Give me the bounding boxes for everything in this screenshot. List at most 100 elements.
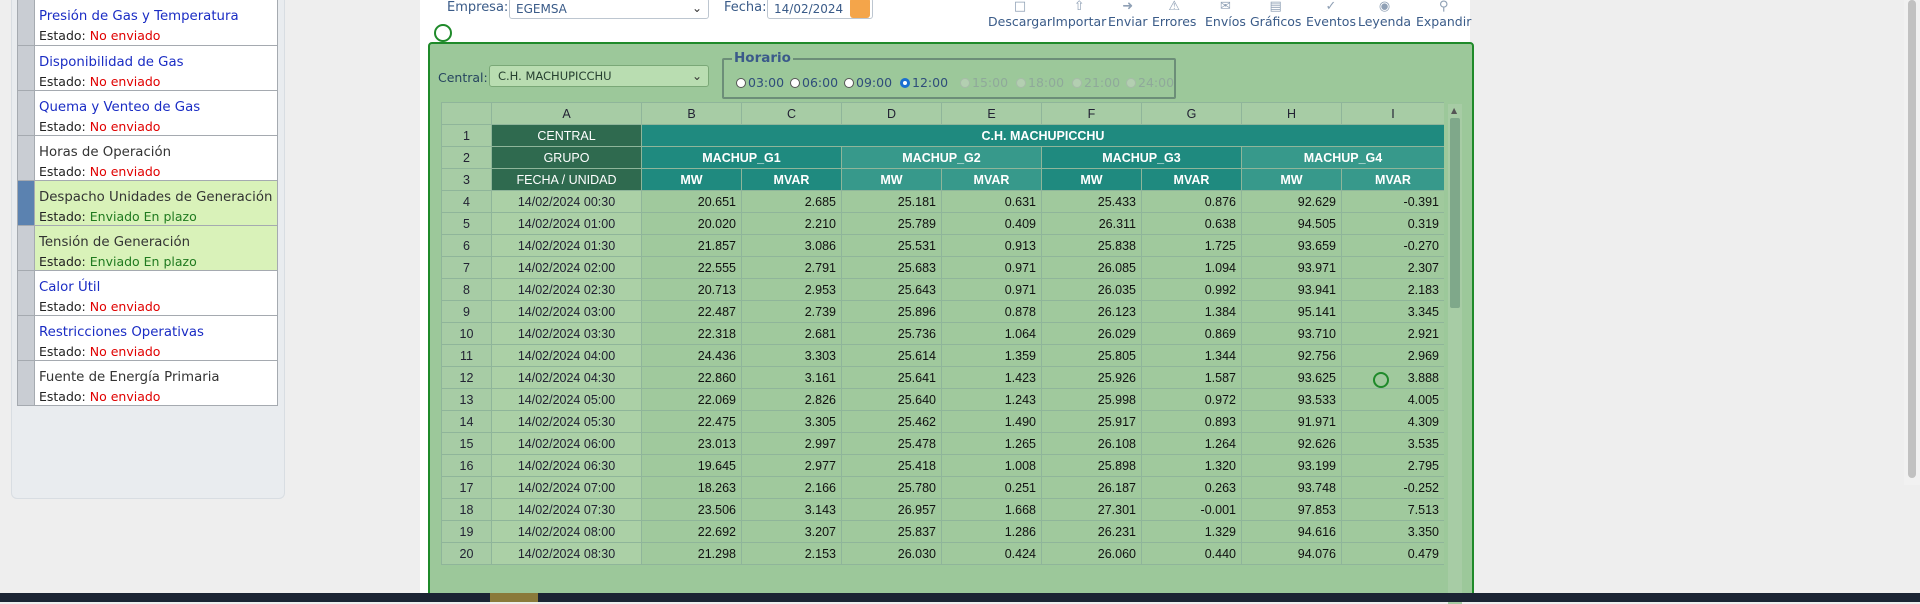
value-cell[interactable]: 25.917 — [1041, 410, 1142, 433]
value-cell[interactable]: 0.319 — [1341, 212, 1444, 235]
value-cell[interactable]: 19.645 — [641, 454, 742, 477]
value-cell[interactable]: 2.210 — [741, 212, 842, 235]
tool-import-button[interactable]: ⇧ Importar — [1052, 0, 1106, 29]
value-cell[interactable]: 3.350 — [1341, 520, 1444, 543]
taskbar-active-item[interactable] — [490, 593, 538, 602]
value-cell[interactable]: 95.141 — [1241, 300, 1342, 323]
calendar-icon[interactable] — [850, 0, 870, 18]
value-cell[interactable]: 25.837 — [841, 520, 942, 543]
row-header[interactable]: 9 — [441, 300, 492, 323]
value-cell[interactable]: 1.243 — [941, 388, 1042, 411]
value-cell[interactable]: 25.641 — [841, 366, 942, 389]
value-cell[interactable]: -0.252 — [1341, 476, 1444, 499]
date-cell[interactable]: 14/02/2024 06:00 — [491, 432, 642, 455]
row-header[interactable]: 20 — [441, 542, 492, 565]
value-cell[interactable]: 7.513 — [1341, 498, 1444, 521]
row-header[interactable]: 7 — [441, 256, 492, 279]
value-cell[interactable]: 0.440 — [1141, 542, 1242, 565]
horario-option[interactable]: 06:00 — [790, 75, 838, 90]
value-cell[interactable]: 22.318 — [641, 322, 742, 345]
value-cell[interactable]: 0.992 — [1141, 278, 1242, 301]
sidebar-item[interactable]: Presión de Gas y Temperatura Estado: No e… — [17, 0, 278, 46]
date-cell[interactable]: 14/02/2024 07:30 — [491, 498, 642, 521]
value-cell[interactable]: 0.878 — [941, 300, 1042, 323]
value-cell[interactable]: 27.301 — [1041, 498, 1142, 521]
value-cell[interactable]: 1.008 — [941, 454, 1042, 477]
row-header[interactable]: 16 — [441, 454, 492, 477]
column-header[interactable]: F — [1041, 102, 1142, 125]
value-cell[interactable]: 92.756 — [1241, 344, 1342, 367]
value-cell[interactable]: 92.626 — [1241, 432, 1342, 455]
value-cell[interactable]: 0.971 — [941, 256, 1042, 279]
sidebar-item[interactable]: Quema y Venteo de Gas Estado: No enviado — [17, 91, 278, 136]
sidebar-item-title[interactable]: Disponibilidad de Gas — [39, 55, 184, 70]
value-cell[interactable]: 1.359 — [941, 344, 1042, 367]
value-cell[interactable]: 93.533 — [1241, 388, 1342, 411]
row-header[interactable]: 13 — [441, 388, 492, 411]
value-cell[interactable]: 0.913 — [941, 234, 1042, 257]
value-cell[interactable]: 2.153 — [741, 542, 842, 565]
value-cell[interactable]: 3.161 — [741, 366, 842, 389]
sidebar-item-title[interactable]: Restricciones Operativas — [39, 325, 204, 340]
sidebar-item-title[interactable]: Horas de Operación — [39, 145, 171, 160]
value-cell[interactable]: 23.013 — [641, 432, 742, 455]
value-cell[interactable]: 3.143 — [741, 498, 842, 521]
value-cell[interactable]: 0.876 — [1141, 190, 1242, 213]
row-header[interactable]: 18 — [441, 498, 492, 521]
value-cell[interactable]: 0.893 — [1141, 410, 1242, 433]
value-cell[interactable]: 26.957 — [841, 498, 942, 521]
value-cell[interactable]: 1.668 — [941, 498, 1042, 521]
value-cell[interactable]: 93.971 — [1241, 256, 1342, 279]
tool-legend-button[interactable]: ◉ Leyenda — [1358, 0, 1411, 29]
date-cell[interactable]: 14/02/2024 05:30 — [491, 410, 642, 433]
column-header[interactable]: A — [491, 102, 642, 125]
value-cell[interactable]: 1.344 — [1141, 344, 1242, 367]
value-cell[interactable]: 1.490 — [941, 410, 1042, 433]
value-cell[interactable]: 1.264 — [1141, 432, 1242, 455]
row-header[interactable]: 2 — [441, 146, 492, 169]
value-cell[interactable]: 1.064 — [941, 322, 1042, 345]
horario-option[interactable]: 03:00 — [736, 75, 784, 90]
value-cell[interactable]: 22.069 — [641, 388, 742, 411]
value-cell[interactable]: 25.805 — [1041, 344, 1142, 367]
value-cell[interactable]: 1.423 — [941, 366, 1042, 389]
value-cell[interactable]: 0.424 — [941, 542, 1042, 565]
sidebar-item-title[interactable]: Despacho Unidades de Generación — [39, 190, 272, 205]
row-header[interactable]: 8 — [441, 278, 492, 301]
value-cell[interactable]: 26.035 — [1041, 278, 1142, 301]
date-cell[interactable]: 14/02/2024 03:00 — [491, 300, 642, 323]
horario-option[interactable]: 12:00 — [900, 75, 948, 90]
sidebar-item-title[interactable]: Fuente de Energía Primaria — [39, 370, 220, 385]
value-cell[interactable]: 20.020 — [641, 212, 742, 235]
value-cell[interactable]: 26.311 — [1041, 212, 1142, 235]
column-header[interactable]: C — [741, 102, 842, 125]
value-cell[interactable]: 3.305 — [741, 410, 842, 433]
value-cell[interactable]: 25.640 — [841, 388, 942, 411]
row-header[interactable]: 11 — [441, 344, 492, 367]
value-cell[interactable]: 2.826 — [741, 388, 842, 411]
value-cell[interactable]: 26.231 — [1041, 520, 1142, 543]
column-header[interactable]: D — [841, 102, 942, 125]
value-cell[interactable]: 25.531 — [841, 234, 942, 257]
value-cell[interactable]: 22.475 — [641, 410, 742, 433]
value-cell[interactable]: 2.791 — [741, 256, 842, 279]
column-header[interactable]: H — [1241, 102, 1342, 125]
column-header[interactable]: B — [641, 102, 742, 125]
value-cell[interactable]: 3.888 — [1341, 366, 1444, 389]
value-cell[interactable]: 21.298 — [641, 542, 742, 565]
page-scroll-thumb[interactable] — [1908, 0, 1916, 478]
value-cell[interactable]: 0.972 — [1141, 388, 1242, 411]
value-cell[interactable]: 0.638 — [1141, 212, 1242, 235]
sidebar-item[interactable]: Fuente de Energía Primaria Estado: No env… — [17, 361, 278, 406]
row-header[interactable]: 3 — [441, 168, 492, 191]
value-cell[interactable]: 0.869 — [1141, 322, 1242, 345]
date-cell[interactable]: 14/02/2024 00:30 — [491, 190, 642, 213]
date-cell[interactable]: 14/02/2024 07:00 — [491, 476, 642, 499]
date-cell[interactable]: 14/02/2024 08:00 — [491, 520, 642, 543]
value-cell[interactable]: 25.898 — [1041, 454, 1142, 477]
date-cell[interactable]: 14/02/2024 08:30 — [491, 542, 642, 565]
row-header[interactable]: 5 — [441, 212, 492, 235]
sidebar-item[interactable]: Horas de Operación Estado: No enviado — [17, 136, 278, 181]
value-cell[interactable]: 2.977 — [741, 454, 842, 477]
tool-chart-button[interactable]: ▤ Gráficos — [1250, 0, 1301, 29]
